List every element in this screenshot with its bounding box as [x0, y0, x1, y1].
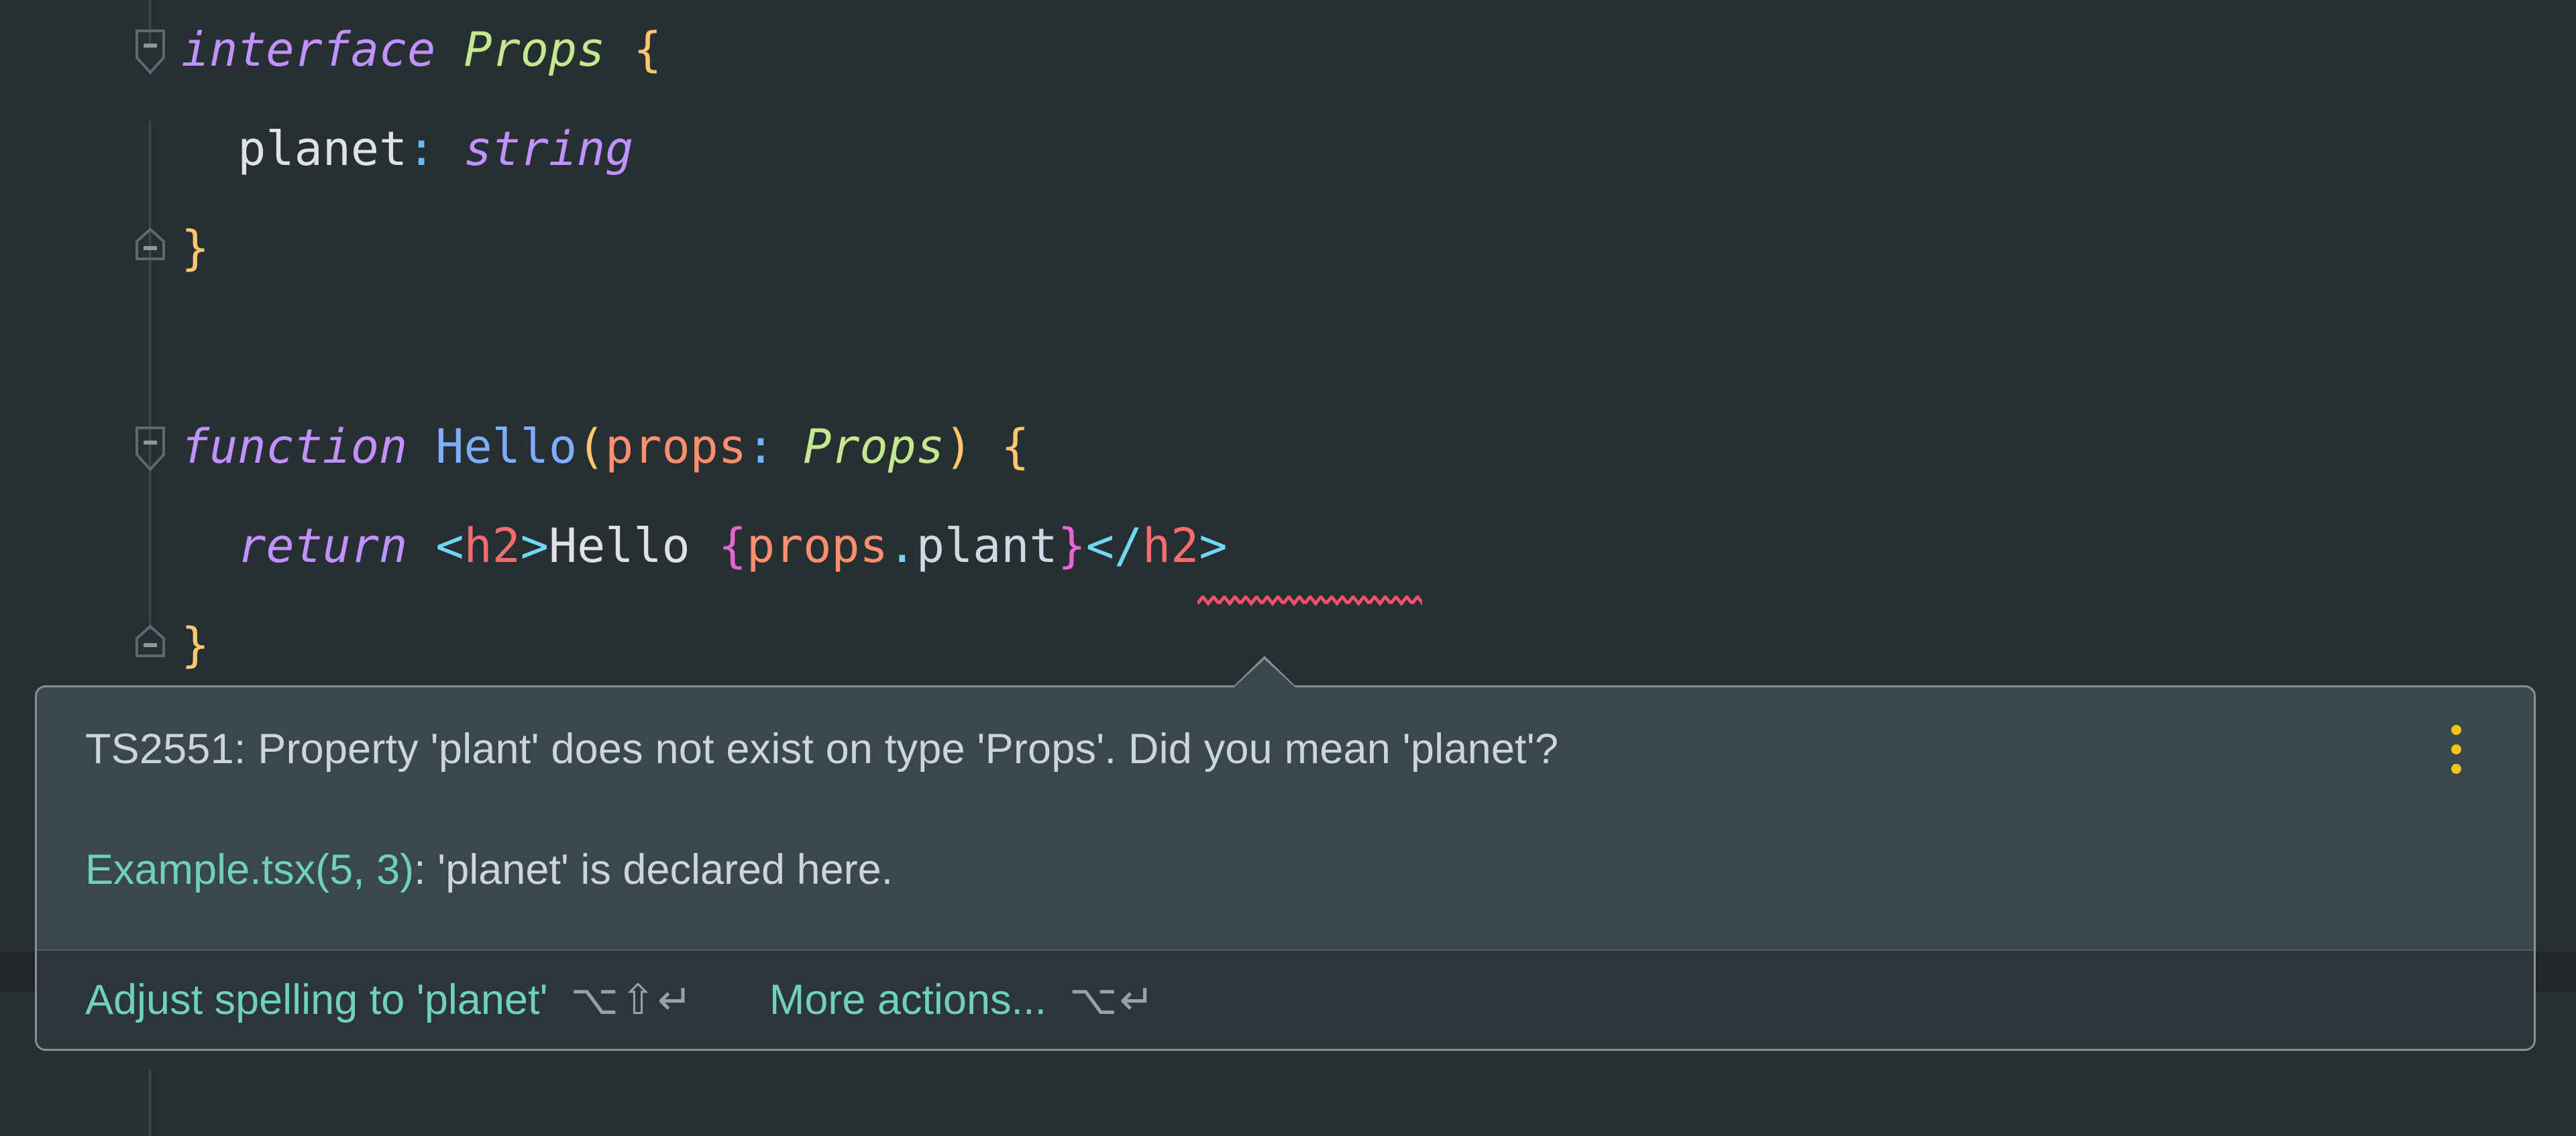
code-token: > — [1199, 518, 1228, 573]
code-token: ) { — [944, 419, 1030, 474]
code-token: ( — [577, 419, 606, 474]
indent-guide-bottom — [149, 1070, 151, 1136]
code-token: < — [435, 518, 464, 573]
line-interface[interactable]: interface Props { — [181, 0, 661, 99]
code-token: } — [181, 221, 210, 276]
code-token: } — [1057, 518, 1086, 573]
more-actions-action[interactable]: More actions... ⌥↵ — [769, 974, 1157, 1026]
fold-collapse-icon[interactable] — [133, 425, 168, 471]
code-token: { — [718, 518, 747, 573]
code-token: h2 — [464, 518, 521, 573]
code-token: string — [464, 121, 634, 176]
fold-end-icon[interactable] — [133, 227, 168, 268]
declaration-message-rest: : 'planet' is declared here. — [414, 846, 894, 893]
code-token: Hello — [548, 518, 718, 573]
code-token: props — [605, 419, 747, 474]
line-function[interactable]: function Hello(props: Props) { — [181, 397, 1029, 496]
line-close-interface[interactable]: } — [181, 198, 209, 298]
error-tooltip[interactable]: TS2551: Property 'plant' does not exist … — [35, 656, 2536, 1051]
code-token: Props — [464, 22, 606, 77]
declaration-message: Example.tsx(5, 3): 'planet' is declared … — [37, 781, 2534, 902]
declaration-file-link[interactable]: Example.tsx(5, 3) — [85, 846, 414, 893]
tooltip-message-area: TS2551: Property 'plant' does not exist … — [37, 687, 2534, 949]
code-token: : — [746, 419, 775, 474]
line-close-function[interactable]: } — [181, 595, 209, 695]
more-options-icon[interactable] — [2437, 717, 2475, 781]
more-actions-shortcut: ⌥↵ — [1069, 975, 1157, 1024]
more-actions-label: More actions... — [769, 976, 1047, 1023]
adjust-spelling-label: Adjust spelling to 'planet' — [85, 976, 548, 1023]
fold-end-icon[interactable] — [133, 624, 168, 665]
code-token: . — [888, 518, 916, 573]
code-token: : — [407, 121, 436, 176]
error-message-text: TS2551: Property 'plant' does not exist … — [85, 726, 1559, 773]
code-token: </ — [1085, 518, 1143, 573]
code-token: return — [237, 518, 408, 573]
code-token: h2 — [1142, 518, 1199, 573]
code-token: > — [520, 518, 549, 573]
error-squiggle-icon — [1197, 595, 1422, 606]
code-token: } — [181, 618, 210, 673]
code-token: Props — [803, 419, 945, 474]
line-planet[interactable]: planet: string — [181, 99, 633, 198]
line-return[interactable]: return <h2>Hello {props.plant}</h2> — [181, 496, 1227, 595]
code-token: { — [605, 22, 662, 77]
adjust-spelling-action[interactable]: Adjust spelling to 'planet' ⌥⇧↵ — [85, 974, 694, 1026]
code-token: Hello — [435, 419, 578, 474]
code-token: props — [746, 518, 888, 573]
code-token: planet — [181, 121, 408, 176]
code-token: plant — [916, 518, 1058, 573]
code-token: interface — [181, 22, 464, 77]
fold-collapse-icon[interactable] — [133, 28, 168, 74]
adjust-spelling-shortcut: ⌥⇧↵ — [570, 975, 694, 1024]
tooltip-action-bar: Adjust spelling to 'planet' ⌥⇧↵ More act… — [37, 949, 2534, 1049]
code-token: function — [181, 419, 436, 474]
indent-guide-middle — [149, 121, 151, 630]
